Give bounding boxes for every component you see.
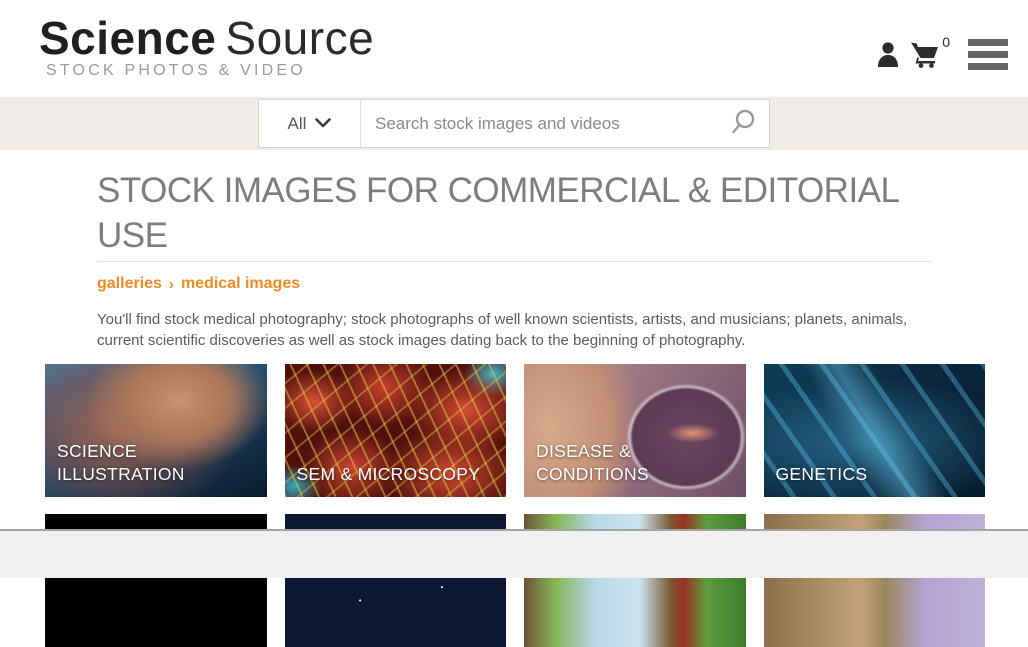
hamburger-menu-button[interactable] — [968, 38, 1008, 70]
search-category-selected: All — [287, 113, 307, 133]
logo-tagline: STOCK PHOTOS & VIDEO — [46, 62, 306, 79]
gallery-tile-genetics[interactable]: GENETICS — [763, 364, 985, 497]
gallery-tile-label — [524, 627, 548, 647]
cart-count-badge: 0 — [942, 34, 950, 50]
page-description: You'll find stock medical photography; s… — [97, 311, 908, 349]
gallery-tile-sem-microscopy[interactable]: SEM & MICROSCOPY — [284, 364, 506, 497]
magnifier-icon — [729, 108, 757, 139]
search-category-dropdown[interactable]: All — [259, 100, 361, 147]
site-header: Science Source STOCK PHOTOS & VIDEO 0 — [0, 0, 1028, 97]
hamburger-bar — [968, 38, 1008, 46]
bottom-overlay-panel — [0, 529, 1028, 578]
hamburger-bar — [968, 62, 1008, 70]
search-band: All — [0, 97, 1028, 150]
gallery-grid: SCIENCE ILLUSTRATION SEM & MICROSCOPY DI… — [45, 364, 985, 647]
gallery-tile-label: SEM & MICROSCOPY — [296, 464, 481, 485]
page-title: STOCK IMAGES FOR COMMERCIAL & EDITORIAL … — [97, 171, 899, 255]
breadcrumb-separator-icon: › — [168, 275, 174, 293]
cart-icon — [910, 42, 940, 71]
breadcrumb-link-galleries[interactable]: galleries — [97, 275, 162, 293]
title-divider — [97, 261, 930, 262]
person-icon — [876, 42, 900, 71]
gallery-tile-label: SCIENCE ILLUSTRATION — [57, 440, 185, 485]
logo-word-science: Science — [39, 12, 217, 64]
gallery-tile-disease-conditions[interactable]: DISEASE & CONDITIONS — [524, 364, 746, 497]
logo-wordmark: Science Source — [39, 15, 374, 61]
hamburger-bar — [968, 50, 1008, 58]
breadcrumb-link-medical-images[interactable]: medical images — [181, 275, 300, 293]
gallery-tile-science-illustration[interactable]: SCIENCE ILLUSTRATION — [45, 364, 267, 497]
search-input[interactable] — [361, 100, 717, 147]
search-box: All — [258, 99, 770, 148]
gallery-tile-label — [285, 627, 309, 647]
gallery-tile-label: GENETICS — [775, 464, 868, 485]
gallery-tile-label — [764, 627, 788, 647]
gallery-tile-label — [45, 627, 69, 647]
header-actions: 0 — [876, 33, 1008, 71]
search-submit-button[interactable] — [717, 100, 769, 147]
account-button[interactable] — [876, 41, 900, 71]
gallery-tile-label: DISEASE & CONDITIONS — [536, 440, 649, 485]
cart-button[interactable]: 0 — [910, 34, 950, 71]
page: Science Source STOCK PHOTOS & VIDEO 0 Al… — [0, 0, 1028, 647]
logo-word-source: Source — [225, 12, 375, 64]
logo[interactable]: Science Source STOCK PHOTOS & VIDEO — [39, 15, 374, 80]
breadcrumb: galleries › medical images — [97, 275, 300, 293]
chevron-down-icon — [315, 115, 332, 133]
